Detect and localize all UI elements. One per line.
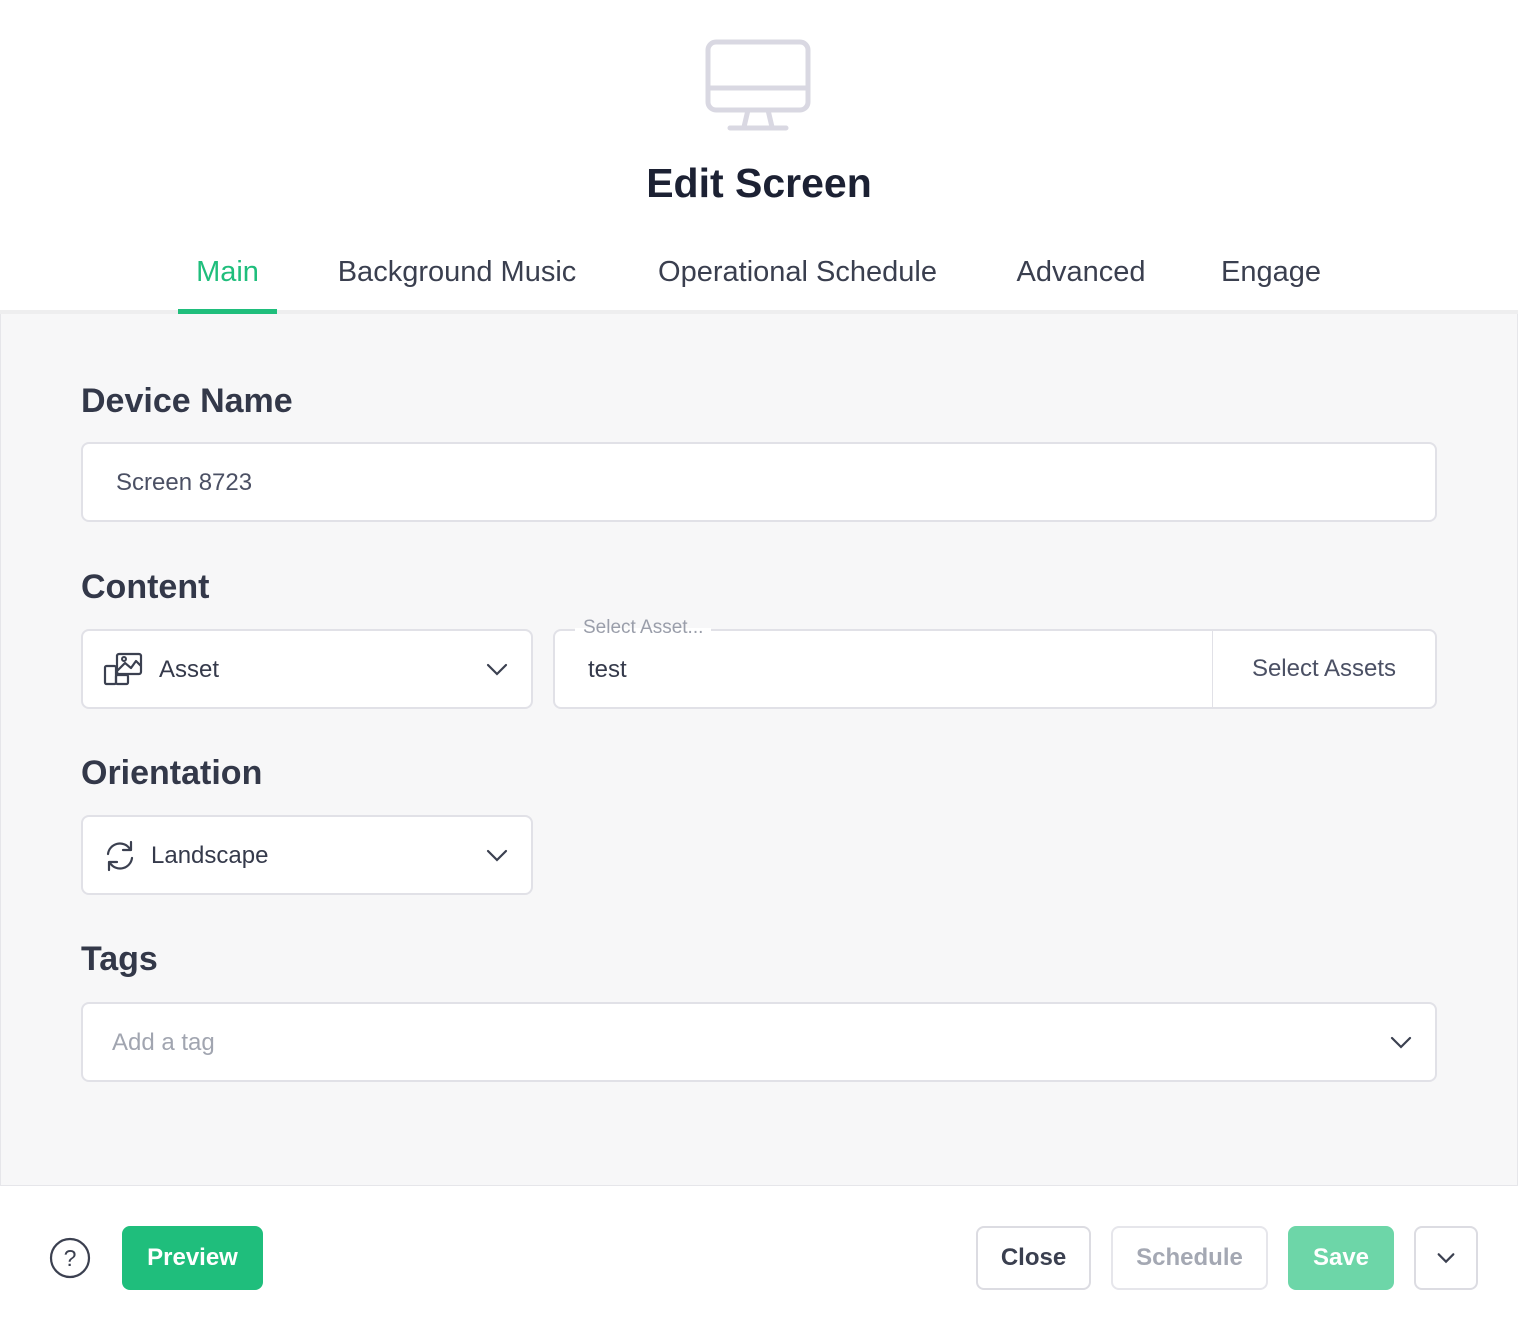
close-button[interactable]: Close [976, 1226, 1091, 1290]
device-name-input[interactable]: Screen 8723 [81, 442, 1437, 522]
rotate-icon [106, 840, 134, 872]
chevron-down-icon [486, 849, 508, 862]
asset-field[interactable]: Select Asset... test Select Assets [553, 617, 1437, 709]
page-title: Edit Screen [646, 160, 872, 206]
asset-field-floating-label: Select Asset... [575, 617, 712, 639]
tags-placeholder: Add a tag [112, 1029, 215, 1056]
device-name-label: Device Name [81, 382, 293, 420]
schedule-button[interactable]: Schedule [1111, 1226, 1268, 1290]
content-label: Content [81, 568, 210, 606]
tab-background-music[interactable]: Background Music [320, 256, 594, 310]
main-form: Device Name Screen 8723 Content Asset Se… [0, 314, 1518, 1186]
tab-main[interactable]: Main [178, 256, 277, 310]
device-name-value: Screen 8723 [116, 469, 253, 496]
select-assets-button[interactable]: Select Assets [1213, 631, 1435, 707]
content-type-value: Asset [159, 656, 220, 683]
asset-field-value: test [588, 656, 627, 683]
save-button[interactable]: Save [1288, 1226, 1394, 1290]
help-icon[interactable]: ? [49, 1237, 91, 1279]
orientation-value: Landscape [151, 842, 269, 869]
tab-advanced[interactable]: Advanced [1002, 256, 1160, 310]
orientation-label: Orientation [81, 754, 263, 792]
tags-input[interactable]: Add a tag [81, 1002, 1437, 1082]
chevron-down-icon [486, 663, 508, 676]
tags-label: Tags [81, 940, 158, 978]
tab-bar: Main Background Music Operational Schedu… [0, 240, 1518, 314]
tab-engage[interactable]: Engage [1208, 256, 1334, 310]
monitor-icon [705, 39, 811, 131]
asset-gallery-icon [103, 652, 143, 686]
edit-screen-dialog: Edit Screen Main Background Music Operat… [0, 0, 1518, 1330]
tab-operational-schedule[interactable]: Operational Schedule [640, 256, 955, 310]
more-options-button[interactable] [1414, 1226, 1478, 1290]
content-type-select[interactable]: Asset [81, 629, 533, 709]
dialog-footer: ? Preview Close Schedule Save [0, 1186, 1518, 1330]
orientation-select[interactable]: Landscape [81, 815, 533, 895]
chevron-down-icon [1437, 1253, 1455, 1264]
preview-button[interactable]: Preview [122, 1226, 263, 1290]
svg-text:?: ? [64, 1245, 77, 1271]
chevron-down-icon [1390, 1036, 1412, 1049]
